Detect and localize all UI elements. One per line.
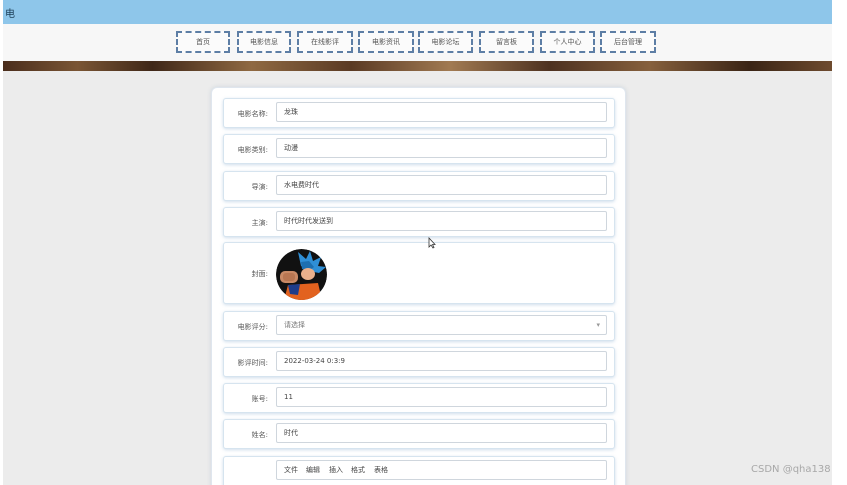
category-input[interactable]: 动漫	[276, 138, 607, 158]
nav-item-movie-forum[interactable]: 电影论坛	[418, 31, 473, 53]
banner-image-strip	[3, 61, 832, 71]
review-time-input[interactable]: 2022-03-24 0:3:9	[276, 351, 607, 371]
review-time-label: 影评时间:	[237, 359, 268, 367]
form-row-category: 电影类别: 动漫	[223, 134, 615, 164]
movie-name-input[interactable]: 龙珠	[276, 102, 607, 122]
rating-placeholder: 请选择	[284, 321, 305, 329]
editor-menu-file[interactable]: 文件	[284, 465, 298, 475]
app-frame: 电 首页 电影信息 在线影评 电影资讯 电影论坛 留言板 个人中心 后台管理 电…	[3, 0, 832, 485]
nav-item-home[interactable]: 首页	[176, 31, 230, 53]
cover-label: 封面:	[251, 270, 268, 278]
nav-item-movie-news[interactable]: 电影资讯	[358, 31, 414, 53]
nav-item-user-center[interactable]: 个人中心	[540, 31, 595, 53]
editor-menu-edit[interactable]: 编辑	[306, 465, 320, 475]
form-row-account: 账号: 11	[223, 383, 615, 413]
name-label: 姓名:	[251, 431, 268, 439]
account-label: 账号:	[251, 395, 268, 403]
editor-toolbar: 文件 编辑 插入 格式 表格	[276, 460, 607, 480]
mouse-cursor-icon	[428, 234, 436, 253]
rating-select[interactable]: 请选择 ▾	[276, 315, 607, 335]
nav-item-movie-info[interactable]: 电影信息	[237, 31, 291, 53]
chevron-down-icon: ▾	[596, 321, 600, 329]
nav-item-message-board[interactable]: 留言板	[479, 31, 534, 53]
form-row-rating: 电影评分: 请选择 ▾	[223, 311, 615, 341]
form-row-director: 导演: 水电费时代	[223, 171, 615, 201]
form-row-starring: 主演: 时代时代发送到	[223, 207, 615, 237]
name-input[interactable]: 时代	[276, 423, 607, 443]
form-row-movie-name: 电影名称: 龙珠	[223, 98, 615, 128]
editor-menu-table[interactable]: 表格	[374, 465, 388, 475]
editor-menu-insert[interactable]: 插入	[329, 465, 343, 475]
cover-artwork-icon	[276, 249, 327, 300]
account-input[interactable]: 11	[276, 387, 607, 407]
director-label: 导演:	[251, 183, 268, 191]
form-row-name: 姓名: 时代	[223, 419, 615, 449]
editor-menu-format[interactable]: 格式	[351, 465, 365, 475]
form-card: 电影名称: 龙珠 电影类别: 动漫 导演: 水电费时代 主演: 时代时代发送到 …	[211, 87, 626, 485]
director-input[interactable]: 水电费时代	[276, 175, 607, 195]
starring-label: 主演:	[251, 219, 268, 227]
movie-name-label: 电影名称:	[237, 110, 268, 118]
nav-item-admin[interactable]: 后台管理	[600, 31, 656, 53]
app-title: 电	[5, 9, 15, 20]
nav-item-online-review[interactable]: 在线影评	[297, 31, 353, 53]
cover-image[interactable]	[276, 249, 327, 300]
category-label: 电影类别:	[237, 146, 268, 154]
rating-label: 电影评分:	[237, 323, 268, 331]
starring-input[interactable]: 时代时代发送到	[276, 211, 607, 231]
watermark: CSDN @qha138	[751, 464, 831, 475]
form-row-cover: 封面:	[223, 242, 615, 304]
top-bar: 电	[3, 0, 832, 24]
main-nav: 首页 电影信息 在线影评 电影资讯 电影论坛 留言板 个人中心 后台管理	[3, 24, 832, 61]
form-row-editor: 文件 编辑 插入 格式 表格	[223, 456, 615, 485]
form-row-review-time: 影评时间: 2022-03-24 0:3:9	[223, 347, 615, 377]
